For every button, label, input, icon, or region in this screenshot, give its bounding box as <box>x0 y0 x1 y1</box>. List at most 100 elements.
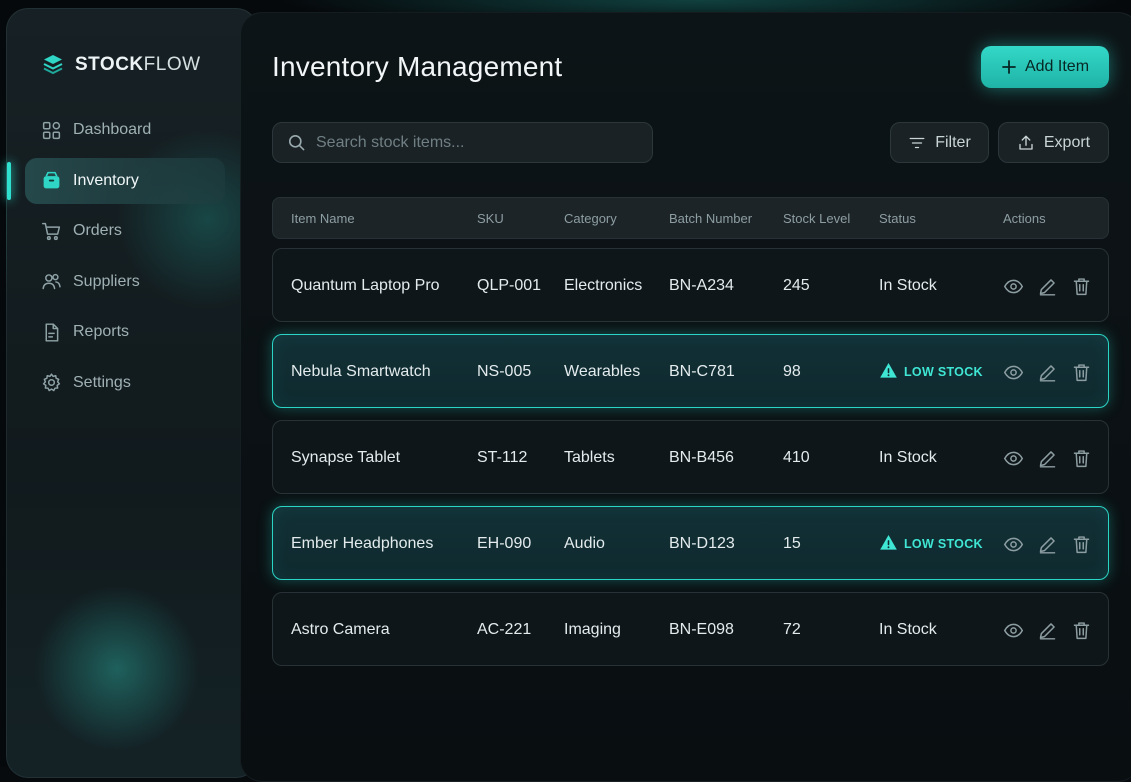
grid-icon <box>42 121 61 139</box>
cell-item-name: Astro Camera <box>291 621 390 638</box>
box-icon <box>43 171 60 189</box>
cell-sku: ST-112 <box>477 449 528 466</box>
cell-sku: EH-090 <box>477 535 532 552</box>
cell-status: LOW STOCK <box>879 507 983 581</box>
cell-item-name: Synapse Tablet <box>291 449 401 466</box>
column-header-batch-number[interactable]: Batch Number <box>669 198 752 240</box>
page-title: Inventory Management <box>272 51 563 82</box>
cell-batch-number: BN-D123 <box>669 535 735 552</box>
delete-icon[interactable] <box>1071 534 1092 555</box>
row-actions <box>1003 421 1092 495</box>
document-icon <box>45 322 59 342</box>
low-stock-badge: LOW STOCK <box>879 507 983 581</box>
app-window: STOCKFLOW Dashboard Inventory Orders Sup… <box>0 0 1131 782</box>
column-header-status[interactable]: Status <box>879 198 916 240</box>
search-input[interactable] <box>316 133 636 152</box>
table-row[interactable]: Nebula Smartwatch NS-005 Wearables BN-C781 9… <box>272 334 1109 408</box>
warning-icon <box>879 533 898 555</box>
column-header-category[interactable]: Category <box>564 198 617 240</box>
column-header-actions: Actions <box>1003 211 1046 226</box>
view-icon[interactable] <box>1003 276 1024 297</box>
row-actions <box>1003 249 1092 323</box>
row-actions <box>1003 335 1092 409</box>
cell-category: Audio <box>564 535 605 552</box>
export-button[interactable]: Export <box>998 122 1109 163</box>
cell-item-name: Quantum Laptop Pro <box>291 277 440 294</box>
cell-item-name: Nebula Smartwatch <box>291 363 431 380</box>
add-item-button[interactable]: Add Item <box>981 46 1109 88</box>
add-item-label: Add Item <box>1024 58 1090 75</box>
warning-icon <box>879 361 898 383</box>
delete-icon[interactable] <box>1071 620 1092 641</box>
row-actions <box>1003 593 1092 667</box>
cell-item-name: Ember Headphones <box>291 535 434 552</box>
view-icon[interactable] <box>1003 362 1024 383</box>
status-text: LOW STOCK <box>904 537 983 551</box>
cell-stock-level: 15 <box>783 535 801 552</box>
row-actions <box>1003 507 1092 581</box>
sidebar-item-suppliers[interactable]: Suppliers <box>25 259 225 305</box>
column-header-sku[interactable]: SKU <box>477 198 504 240</box>
filter-icon <box>909 137 925 148</box>
low-stock-badge: LOW STOCK <box>879 335 983 409</box>
cell-stock-level: 245 <box>783 277 810 294</box>
cell-status: In Stock <box>879 593 937 667</box>
edit-icon[interactable] <box>1037 276 1058 297</box>
cell-stock-level: 410 <box>783 449 810 466</box>
filter-button[interactable]: Filter <box>890 122 989 163</box>
sidebar: STOCKFLOW Dashboard Inventory Orders Sup… <box>6 8 258 778</box>
column-header-item-name[interactable]: Item Name <box>291 198 355 240</box>
cell-category: Electronics <box>564 277 643 294</box>
delete-icon[interactable] <box>1071 276 1092 297</box>
main-panel: Inventory Management Add Item Filter Exp… <box>240 12 1131 782</box>
view-icon[interactable] <box>1003 620 1024 641</box>
stack-logo-icon <box>43 55 63 75</box>
status-text: In Stock <box>879 277 937 294</box>
sidebar-nav: Dashboard Inventory Orders Suppliers Rep… <box>7 107 225 410</box>
users-icon <box>42 273 61 290</box>
cell-sku: AC-221 <box>477 621 532 638</box>
search-icon <box>288 134 305 151</box>
search-box <box>272 122 653 163</box>
gear-icon <box>42 373 61 392</box>
view-icon[interactable] <box>1003 448 1024 469</box>
filter-label: Filter <box>935 133 971 151</box>
column-header-stock-level[interactable]: Stock Level <box>783 198 850 240</box>
sidebar-item-reports[interactable]: Reports <box>25 309 225 355</box>
table-header: Item Name SKU Category Batch Number Stoc… <box>272 197 1109 239</box>
status-text: LOW STOCK <box>904 365 983 379</box>
cell-batch-number: BN-A234 <box>669 277 734 294</box>
edit-icon[interactable] <box>1037 362 1058 383</box>
sidebar-item-dashboard[interactable]: Dashboard <box>25 107 225 153</box>
table-row[interactable]: Synapse Tablet ST-112 Tablets BN-B456 410 In … <box>272 420 1109 494</box>
brand-logo: STOCKFLOW <box>41 53 201 77</box>
delete-icon[interactable] <box>1071 448 1092 469</box>
status-text: In Stock <box>879 449 937 466</box>
cell-batch-number: BN-C781 <box>669 363 735 380</box>
upload-icon <box>1019 135 1033 150</box>
cell-sku: QLP-001 <box>477 277 542 294</box>
cell-category: Wearables <box>564 363 641 380</box>
sidebar-item-label: Reports <box>73 323 130 340</box>
table-row[interactable]: Ember Headphones EH-090 Audio BN-D123 15 LOW … <box>272 506 1109 580</box>
sidebar-item-orders[interactable]: Orders <box>25 208 225 254</box>
status-text: In Stock <box>879 621 937 638</box>
plus-icon <box>1002 60 1016 74</box>
cell-status: In Stock <box>879 421 937 495</box>
edit-icon[interactable] <box>1037 448 1058 469</box>
sidebar-item-label: Settings <box>73 373 131 391</box>
delete-icon[interactable] <box>1071 362 1092 383</box>
cell-status: LOW STOCK <box>879 335 983 409</box>
sidebar-item-inventory[interactable]: Inventory <box>7 157 225 204</box>
cell-category: Tablets <box>564 449 615 466</box>
view-icon[interactable] <box>1003 534 1024 555</box>
sidebar-item-settings[interactable]: Settings <box>25 360 225 406</box>
cell-category: Imaging <box>564 621 621 638</box>
sidebar-item-label: Dashboard <box>73 121 152 138</box>
edit-icon[interactable] <box>1037 620 1058 641</box>
edit-icon[interactable] <box>1037 534 1058 555</box>
table-row[interactable]: Astro Camera AC-221 Imaging BN-E098 72 In Sto… <box>272 592 1109 666</box>
table-row[interactable]: Quantum Laptop Pro QLP-001 Electronics BN-A… <box>272 248 1109 322</box>
cell-stock-level: 72 <box>783 621 801 638</box>
export-label: Export <box>1043 133 1091 151</box>
